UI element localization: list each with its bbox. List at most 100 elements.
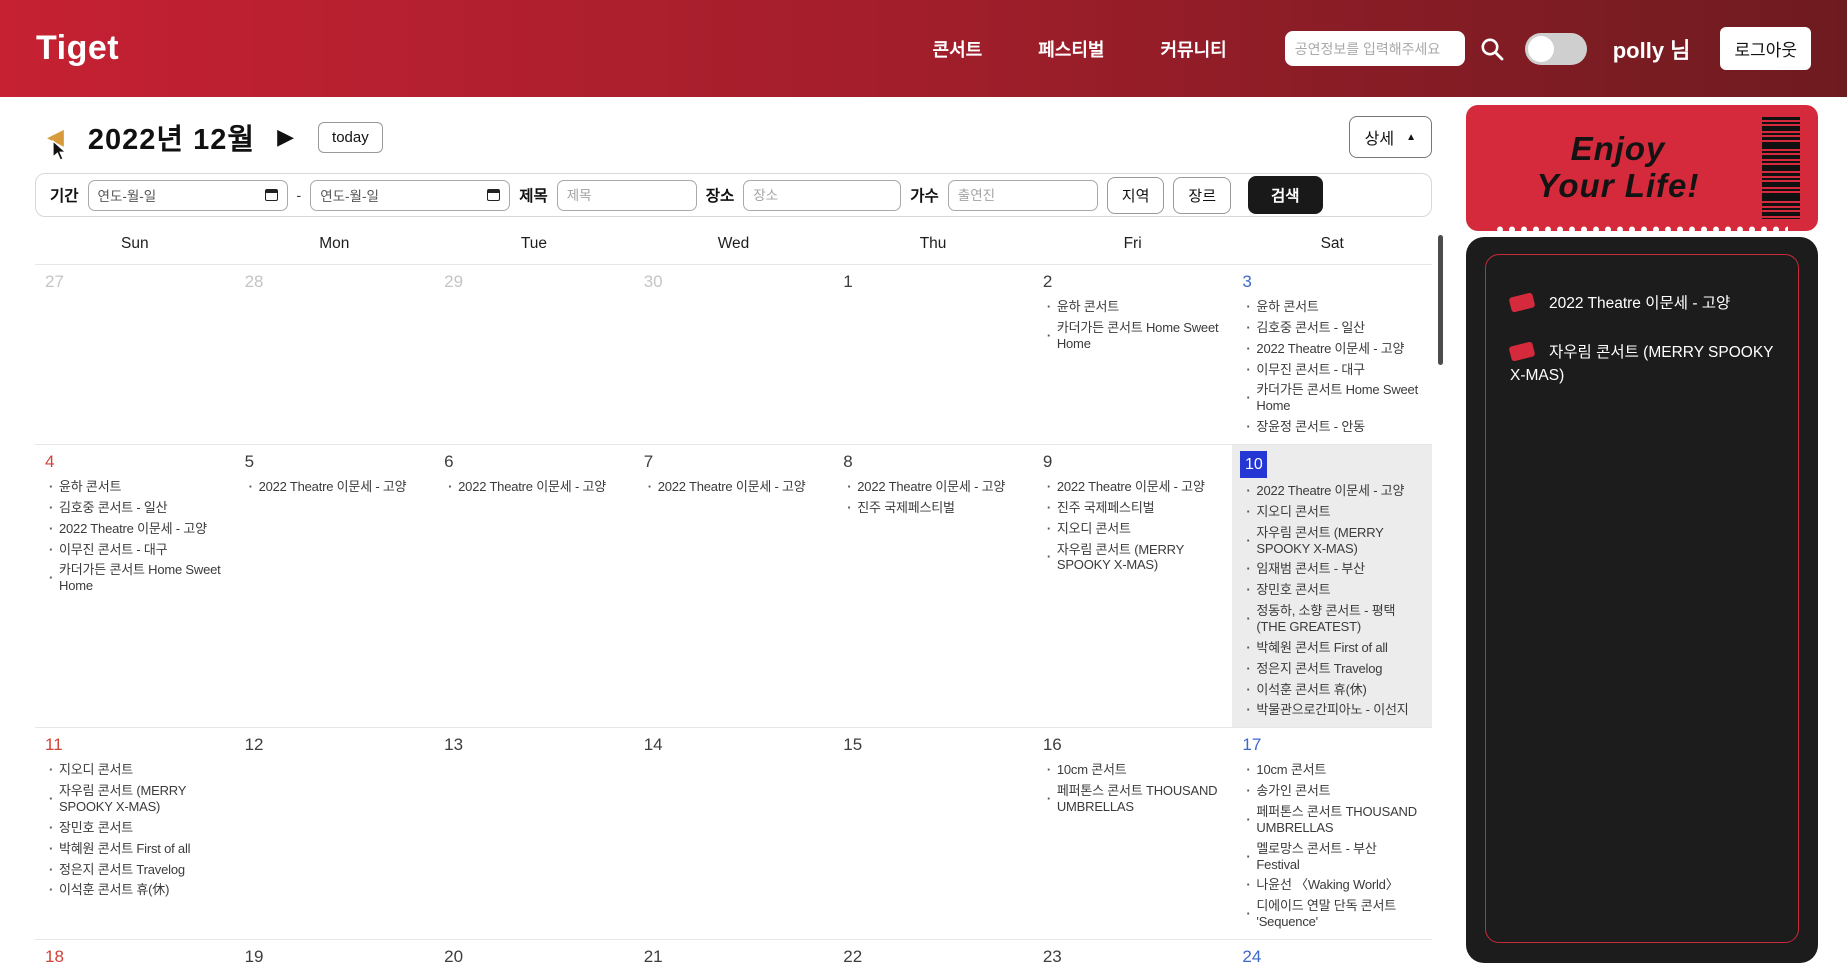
calendar-cell[interactable]: 1810cm 콘서트송가인 콘서트페퍼톤스 콘서트 THOUSAND UMBRE…: [35, 940, 235, 970]
ticket-item[interactable]: 2022 Theatre 이문세 - 고양: [1508, 292, 1778, 315]
calendar-cell[interactable]: 22: [833, 940, 1033, 970]
calendar-cell[interactable]: 19: [235, 940, 435, 970]
calendar-cell[interactable]: 11 지오디 콘서트자우림 콘서트 (MERRY SPOOKY X-MAS) 장민호…: [35, 728, 235, 939]
event-item[interactable]: 10cm 콘서트: [1244, 762, 1422, 778]
event-item[interactable]: 이무진 콘서트 - 대구: [47, 542, 225, 558]
event-item[interactable]: 2022 Theatre 이문세 - 고양: [1244, 483, 1422, 499]
event-item[interactable]: 페퍼톤스 콘서트 THOUSAND UMBRELLAS: [1045, 783, 1223, 815]
event-item[interactable]: 이무진 콘서트 - 대구: [1244, 362, 1422, 378]
event-item[interactable]: 자우림 콘서트 (MERRY SPOOKY X-MAS): [1244, 525, 1422, 557]
calendar-cell[interactable]: 13: [434, 728, 634, 939]
event-item[interactable]: 2022 Theatre 이문세 - 고양: [1244, 341, 1422, 357]
event-item[interactable]: 진주 국제페스티벌: [1045, 500, 1223, 516]
event-item[interactable]: 송가인 콘서트: [1244, 783, 1422, 799]
genre-button[interactable]: 장르: [1173, 176, 1232, 214]
calendar-cell[interactable]: 3 윤하 콘서트김호중 콘서트 - 일산 2022 Theatre 이문세 - 고양…: [1232, 265, 1432, 444]
event-item[interactable]: 임재범 콘서트 - 부산: [1244, 561, 1422, 577]
event-item[interactable]: 장민호 콘서트: [47, 820, 225, 836]
calendar-cell[interactable]: 5 2022 Theatre 이문세 - 고양: [235, 445, 435, 727]
event-item[interactable]: 박혜원 콘서트 First of all: [1244, 640, 1422, 656]
event-item[interactable]: 나윤선 〈Waking World〉: [1244, 877, 1422, 893]
calendar-icon[interactable]: [264, 189, 278, 201]
event-item[interactable]: 윤하 콘서트: [1045, 299, 1223, 315]
calendar-cell[interactable]: 24크러쉬 콘서트국민가수 6인의 산타 콘서트2022 THE CRY X-M…: [1232, 940, 1432, 970]
event-item[interactable]: 카더가든 콘서트 Home Sweet Home: [1045, 320, 1223, 352]
calendar-cell[interactable]: 1: [833, 265, 1033, 444]
event-item[interactable]: 박물관으로간피아노 - 이선지: [1244, 702, 1422, 718]
next-month-button[interactable]: ▶: [277, 124, 294, 150]
event-item[interactable]: 김호중 콘서트 - 일산: [47, 500, 225, 516]
calendar-cell[interactable]: 20: [434, 940, 634, 970]
event-item[interactable]: 김호중 콘서트 - 일산: [1244, 320, 1422, 336]
nav-item-concert[interactable]: 콘서트: [933, 36, 983, 62]
end-date-input[interactable]: 연도-월-일: [310, 179, 511, 211]
event-item[interactable]: 지오디 콘서트: [1244, 504, 1422, 520]
detail-toggle-button[interactable]: 상세 ▲: [1348, 116, 1432, 158]
artist-input[interactable]: [947, 179, 1098, 211]
event-item[interactable]: 디에이드 연말 단독 콘서트 'Sequence': [1244, 898, 1422, 930]
scrollbar-thumb[interactable]: [1438, 235, 1443, 365]
calendar-cell[interactable]: 9 2022 Theatre 이문세 - 고양진주 국제페스티벌지오디 콘서트자우…: [1033, 445, 1233, 727]
event-item[interactable]: 자우림 콘서트 (MERRY SPOOKY X-MAS): [47, 783, 225, 815]
magnifier-icon[interactable]: [1479, 36, 1505, 62]
today-button[interactable]: today: [318, 121, 383, 153]
search-button[interactable]: 검색: [1248, 176, 1323, 214]
event-item[interactable]: 지오디 콘서트: [47, 762, 225, 778]
calendar-cell[interactable]: 2 윤하 콘서트카더가든 콘서트 Home Sweet Home: [1033, 265, 1233, 444]
event-item[interactable]: 지오디 콘서트: [1045, 521, 1223, 537]
event-item[interactable]: 정동하, 소향 콘서트 - 평택 (THE GREATEST): [1244, 603, 1422, 635]
calendar-scrollbar[interactable]: [1438, 97, 1444, 970]
region-button[interactable]: 지역: [1106, 176, 1165, 214]
calendar-cell[interactable]: 6 2022 Theatre 이문세 - 고양: [434, 445, 634, 727]
event-item[interactable]: 2022 Theatre 이문세 - 고양: [47, 521, 225, 537]
event-item[interactable]: 박혜원 콘서트 First of all: [47, 841, 225, 857]
theme-toggle[interactable]: [1524, 32, 1587, 65]
event-item[interactable]: 자우림 콘서트 (MERRY SPOOKY X-MAS): [1045, 542, 1223, 574]
event-item[interactable]: 이석훈 콘서트 휴(休): [1244, 682, 1422, 698]
calendar-cell[interactable]: 10 2022 Theatre 이문세 - 고양지오디 콘서트자우림 콘서트 (M…: [1232, 445, 1432, 728]
event-item[interactable]: 멜로망스 콘서트 - 부산 Festival: [1244, 841, 1422, 873]
logo[interactable]: Tiget: [36, 29, 119, 68]
calendar-cell[interactable]: 7 2022 Theatre 이문세 - 고양: [634, 445, 834, 727]
calendar-cell[interactable]: 17 10cm 콘서트송가인 콘서트페퍼톤스 콘서트 THOUSAND UMBRE…: [1232, 728, 1432, 939]
event-item[interactable]: 2022 Theatre 이문세 - 고양: [247, 479, 425, 495]
event-item[interactable]: 진주 국제페스티벌: [845, 500, 1023, 516]
calendar-cell[interactable]: 21: [634, 940, 834, 970]
calendar-cell[interactable]: 15: [833, 728, 1033, 939]
calendar-cell[interactable]: 23크러쉬 콘서트국민가수 6인의 산타 콘서트성시경 콘서트: [1033, 940, 1233, 970]
calendar-cell[interactable]: 4 윤하 콘서트김호중 콘서트 - 일산 2022 Theatre 이문세 - 고양…: [35, 445, 235, 727]
calendar-icon[interactable]: [487, 189, 501, 201]
event-item[interactable]: 페퍼톤스 콘서트 THOUSAND UMBRELLAS: [1244, 804, 1422, 836]
venue-label: 장소: [705, 188, 735, 205]
calendar-cell[interactable]: 14: [634, 728, 834, 939]
event-item[interactable]: 정은지 콘서트 Travelog: [1244, 661, 1422, 677]
calendar-cell[interactable]: 16 10cm 콘서트페퍼톤스 콘서트 THOUSAND UMBRELLAS: [1033, 728, 1233, 939]
header-search-input[interactable]: [1294, 40, 1455, 57]
start-date-input[interactable]: 연도-월-일: [87, 179, 288, 211]
calendar-cell[interactable]: 27: [35, 265, 235, 444]
event-item[interactable]: 이석훈 콘서트 휴(休): [47, 882, 225, 898]
event-item[interactable]: 2022 Theatre 이문세 - 고양: [845, 479, 1023, 495]
calendar-cell[interactable]: 29: [434, 265, 634, 444]
event-item[interactable]: 2022 Theatre 이문세 - 고양: [446, 479, 624, 495]
title-input[interactable]: [556, 179, 697, 211]
venue-input[interactable]: [743, 179, 902, 211]
event-item[interactable]: 장윤정 콘서트 - 안동: [1244, 419, 1422, 435]
event-item[interactable]: 윤하 콘서트: [47, 479, 225, 495]
ticket-item[interactable]: 자우림 콘서트 (MERRY SPOOKY X-MAS): [1508, 341, 1778, 387]
calendar-cell[interactable]: 28: [235, 265, 435, 444]
event-item[interactable]: 정은지 콘서트 Travelog: [47, 862, 225, 878]
calendar-cell[interactable]: 12: [235, 728, 435, 939]
event-item[interactable]: 카더가든 콘서트 Home Sweet Home: [1244, 382, 1422, 414]
logout-button[interactable]: 로그아웃: [1720, 27, 1811, 70]
event-item[interactable]: 장민호 콘서트: [1244, 582, 1422, 598]
event-item[interactable]: 10cm 콘서트: [1045, 762, 1223, 778]
nav-item-festival[interactable]: 페스티벌: [1038, 36, 1104, 62]
event-item[interactable]: 윤하 콘서트: [1244, 299, 1422, 315]
calendar-cell[interactable]: 8 2022 Theatre 이문세 - 고양진주 국제페스티벌: [833, 445, 1033, 727]
calendar-cell[interactable]: 30: [634, 265, 834, 444]
event-item[interactable]: 2022 Theatre 이문세 - 고양: [1045, 479, 1223, 495]
event-item[interactable]: 카더가든 콘서트 Home Sweet Home: [47, 562, 225, 594]
nav-item-community[interactable]: 커뮤니티: [1160, 36, 1226, 62]
event-item[interactable]: 2022 Theatre 이문세 - 고양: [646, 479, 824, 495]
